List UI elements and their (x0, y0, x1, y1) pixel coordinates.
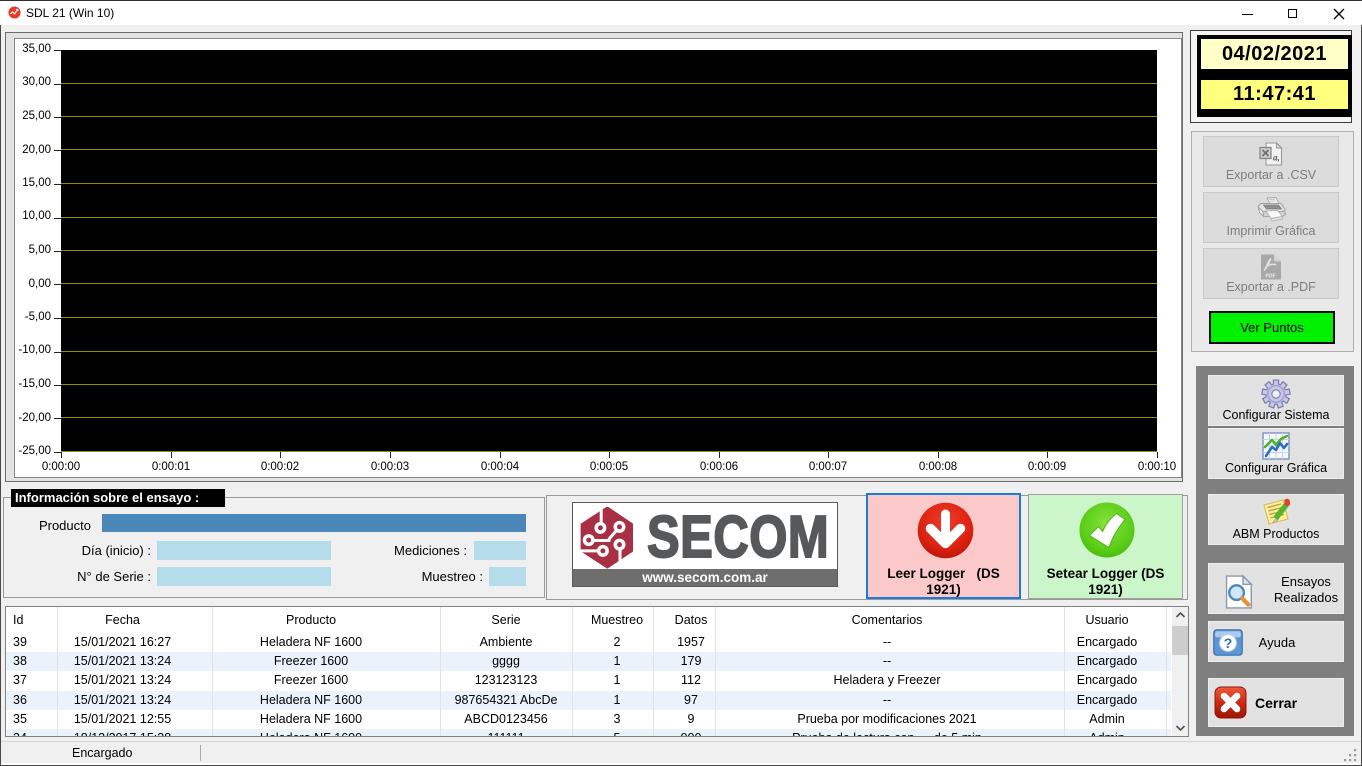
svg-text:a,: a, (1273, 153, 1280, 163)
svg-text:?: ? (1224, 635, 1233, 651)
svg-text:PDF: PDF (1266, 274, 1276, 280)
